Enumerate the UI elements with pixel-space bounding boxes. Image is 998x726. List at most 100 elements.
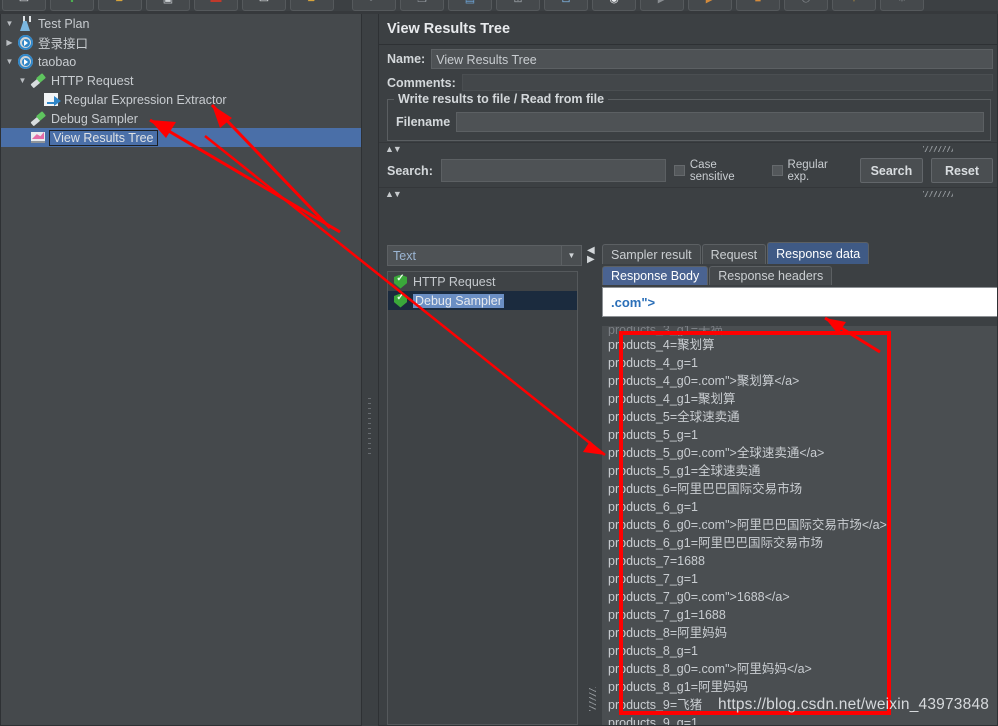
response-line: products_9_g=1 [608, 716, 699, 725]
tree-item-login-thread-group[interactable]: ▶ 登录接口 [1, 33, 361, 52]
filename-input[interactable] [456, 112, 984, 132]
response-line: products_8_g=1 [608, 644, 699, 658]
new-icon[interactable]: ▭ [2, 0, 46, 11]
main-split-divider[interactable] [364, 14, 376, 726]
response-line: products_5_g1=全球速卖通 [608, 464, 761, 478]
primary-tabs: Sampler result Request Response data [602, 242, 997, 264]
response-line: products_8_g0=.com">阿里妈妈</a> [608, 662, 812, 676]
write-results-group-title: Write results to file / Read from file [394, 92, 609, 106]
stop-icon[interactable]: ■ [736, 0, 780, 11]
shutdown-icon[interactable]: ⏻ [784, 0, 828, 11]
checkbox-box[interactable] [674, 165, 685, 176]
splitter-grip[interactable] [923, 191, 953, 197]
comments-label: Comments: [387, 75, 456, 90]
toggle-icon[interactable]: ◉ [592, 0, 636, 11]
regular-exp-checkbox[interactable]: Regular exp. [771, 159, 852, 183]
tree-item-taobao-thread-group[interactable]: ▼ taobao [1, 52, 361, 71]
start-icon[interactable]: ▶ [640, 0, 684, 11]
upper-splitter[interactable]: ▲▼ [379, 142, 997, 154]
checkbox-box[interactable] [771, 165, 783, 176]
list-item[interactable]: HTTP Request [388, 272, 577, 291]
tab-request[interactable]: Request [701, 244, 767, 264]
response-line: products_7_g1=1688 [608, 608, 726, 622]
chevron-down-icon[interactable]: ▼ [561, 246, 581, 265]
chevron-down-icon[interactable]: ▼ [16, 76, 29, 85]
results-and-tabs: Text ▼ HTTP Request Debug Sampler ◀▶ [379, 242, 997, 725]
open-icon[interactable]: ▰ [98, 0, 142, 11]
response-line: products_5_g0=.com">全球速卖通</a> [608, 446, 825, 460]
tab-response-data[interactable]: Response data [767, 242, 870, 264]
tree-item-label: 登录接口 [38, 37, 89, 51]
start-no-pauses-icon[interactable]: ▶ [688, 0, 732, 11]
tree-item-http-request[interactable]: ▼ HTTP Request [1, 71, 361, 90]
sampler-results-list[interactable]: HTTP Request Debug Sampler [387, 271, 578, 725]
clear-icon[interactable]: ✶ [832, 0, 876, 11]
tree-item-debug-sampler[interactable]: ▼ Debug Sampler [1, 109, 361, 128]
response-line: products_6_g=1 [608, 500, 699, 514]
filename-label: Filename [396, 115, 451, 129]
thread-group-icon [16, 53, 34, 70]
cut-icon[interactable]: ✄ [352, 0, 396, 11]
save-icon[interactable]: ▬ [194, 0, 238, 11]
regex-extractor-icon [42, 91, 61, 108]
http-sampler-icon [29, 72, 47, 89]
splitter-collapse-arrows-icon[interactable]: ▲▼ [385, 144, 402, 154]
response-line: products_7_g0=.com">1688</a> [608, 590, 790, 604]
chevron-down-icon[interactable]: ▼ [3, 57, 16, 66]
chevron-right-icon[interactable]: ▶ [3, 38, 16, 47]
print-icon[interactable]: ▰ [290, 0, 334, 11]
results-tabs-divider[interactable]: ◀ ▶ [586, 242, 600, 725]
success-shield-icon [394, 292, 407, 308]
collapse-icon[interactable]: ⊟ [544, 0, 588, 11]
splitter-grip[interactable] [923, 146, 953, 152]
response-body-text[interactable]: products_3_g1=天猫 products_4=聚划算 products… [602, 326, 997, 725]
debug-sampler-icon [29, 110, 47, 127]
tab-sampler-result[interactable]: Sampler result [602, 244, 701, 264]
clear-all-icon[interactable]: ✷ [880, 0, 924, 11]
name-input[interactable]: View Results Tree [431, 49, 993, 69]
close-icon[interactable]: ▣ [146, 0, 190, 11]
find-input-value: .com"> [611, 294, 656, 310]
paste-icon[interactable]: ▤ [448, 0, 492, 11]
comments-input[interactable] [461, 74, 993, 91]
jmeter-window: ▭ ✚ ▰ ▣ ▬ ▭ ▰ ✄ ❐ ▤ ⊞ ⊟ ◉ ▶ ▶ ■ ⏻ ✶ ✷ ▼ … [0, 0, 998, 726]
render-selector[interactable]: Text ▼ [387, 245, 582, 266]
search-button[interactable]: Search [859, 158, 923, 183]
watermark-text: https://blog.csdn.net/weixin_43973848 [718, 696, 990, 713]
tab-response-body[interactable]: Response Body [602, 266, 709, 285]
copy-icon[interactable]: ❐ [400, 0, 444, 11]
response-line: products_5_g=1 [608, 428, 699, 442]
search-label: Search: [387, 163, 433, 178]
find-input[interactable]: .com"> [602, 287, 997, 317]
divider-grip[interactable] [589, 687, 596, 711]
response-line: products_4_g=1 [608, 356, 699, 370]
flask-icon [16, 15, 34, 32]
response-line: products_7_g=1 [608, 572, 699, 586]
reset-button[interactable]: Reset [931, 158, 993, 183]
response-line: products_8=阿里妈妈 [608, 626, 728, 640]
templates-icon[interactable]: ✚ [50, 0, 94, 11]
chevron-down-icon[interactable]: ▼ [3, 19, 16, 28]
name-row: Name: View Results Tree [379, 45, 997, 73]
tab-response-headers[interactable]: Response headers [709, 266, 833, 285]
results-column: Text ▼ HTTP Request Debug Sampler [379, 242, 586, 725]
render-selector-value: Text [393, 248, 416, 263]
secondary-tabs: Response Body Response headers [602, 264, 997, 285]
expand-icon[interactable]: ⊞ [496, 0, 540, 11]
split-divider-grip[interactable] [368, 394, 371, 454]
tree-item-test-plan[interactable]: ▼ Test Plan [1, 14, 361, 33]
divider-expand-arrows-icon[interactable]: ◀ ▶ [587, 246, 595, 265]
write-results-group: Write results to file / Read from file F… [387, 92, 991, 141]
test-plan-tree[interactable]: ▼ Test Plan ▶ 登录接口 ▼ taobao ▼ HTTP Reque… [0, 14, 362, 726]
search-input[interactable] [440, 159, 666, 182]
splitter-collapse-arrows-icon[interactable]: ▲▼ [385, 189, 402, 199]
tree-item-regex-extractor[interactable]: ▼ Regular Expression Extractor [1, 90, 361, 109]
case-sensitive-checkbox[interactable]: Case sensitive [674, 159, 764, 183]
tree-item-label: taobao [38, 54, 77, 69]
view-results-tree-icon [29, 129, 47, 146]
list-item[interactable]: Debug Sampler [388, 291, 577, 310]
tree-item-view-results-tree[interactable]: ▼ View Results Tree [1, 128, 361, 147]
save-as-icon[interactable]: ▭ [242, 0, 286, 11]
response-line: products_3_g1=天猫 [608, 326, 724, 336]
lower-splitter[interactable]: ▲▼ [379, 187, 997, 199]
